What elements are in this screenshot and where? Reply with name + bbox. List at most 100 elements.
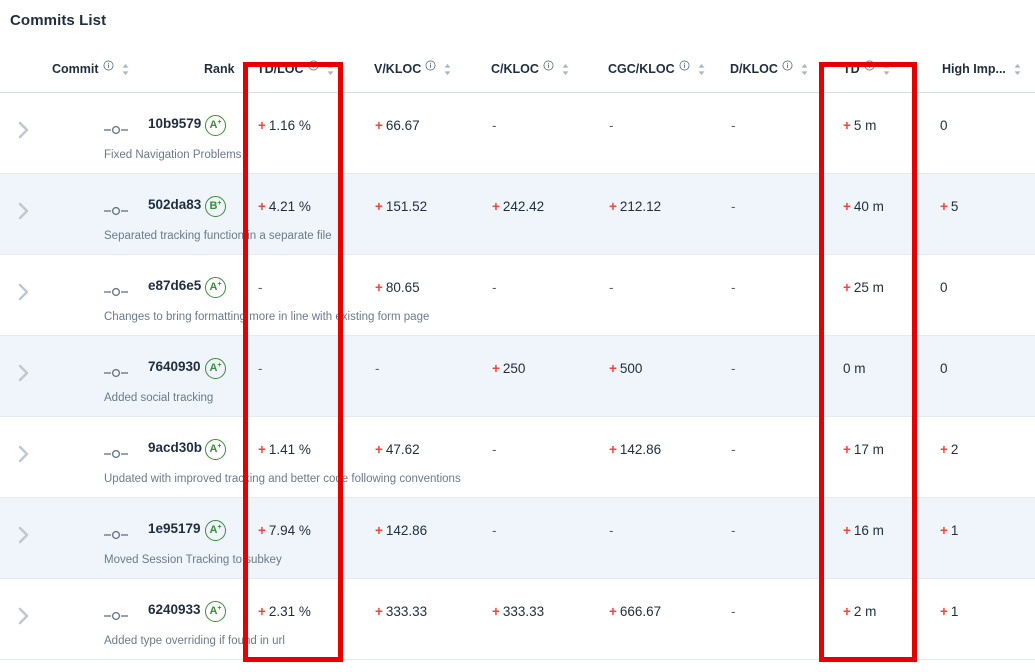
table-row[interactable]: 6240933 Added type overriding if found in… bbox=[0, 579, 1035, 660]
metric-cell-v-kloc: +151.52 bbox=[360, 174, 477, 255]
column-header-high-impact-label: High Imp... bbox=[942, 62, 1006, 76]
sort-icon[interactable] bbox=[326, 63, 335, 76]
metric-value: +1.16 % bbox=[243, 93, 360, 133]
table-row[interactable]: e87d6e5 Changes to bring formatting more … bbox=[0, 255, 1035, 336]
chevron-right-icon[interactable] bbox=[16, 443, 32, 465]
commit-cell[interactable]: 9acd30b Updated with improved tracking an… bbox=[48, 417, 461, 498]
commit-cell[interactable]: 1e95179 Moved Session Tracking to subkey bbox=[48, 498, 282, 579]
chevron-right-icon[interactable] bbox=[16, 362, 32, 384]
commit-cell[interactable]: 502da83 Separated tracking function in a … bbox=[48, 174, 332, 255]
commit-cell[interactable]: e87d6e5 Changes to bring formatting more … bbox=[48, 255, 429, 336]
metric-cell-cgc-kloc: +142.86 bbox=[594, 417, 716, 498]
info-icon[interactable] bbox=[782, 60, 793, 71]
expand-cell[interactable] bbox=[0, 255, 48, 336]
column-header-td-loc[interactable]: TD/LOC bbox=[243, 60, 360, 93]
chevron-right-icon[interactable] bbox=[16, 281, 32, 303]
commit-node-icon bbox=[104, 124, 128, 136]
commit-hash[interactable]: 502da83 bbox=[148, 197, 201, 212]
metric-cell-high-imp: +1 bbox=[928, 579, 1035, 660]
column-header-d-kloc[interactable]: D/KLOC bbox=[716, 60, 823, 93]
metric-number: 1.41 % bbox=[268, 442, 311, 457]
commit-cell[interactable]: 7640930 Added social tracking bbox=[48, 336, 213, 417]
metric-cell-high-imp: +2 bbox=[928, 417, 1035, 498]
chevron-right-icon[interactable] bbox=[16, 119, 32, 141]
info-icon[interactable] bbox=[679, 60, 690, 71]
rank-modifier: + bbox=[217, 362, 222, 369]
info-icon[interactable] bbox=[543, 60, 554, 71]
metric-number: - bbox=[731, 118, 736, 133]
table-row[interactable]: 7640930 Added social tracking A + - - +250 +500… bbox=[0, 335, 1035, 417]
metric-value: +25 m bbox=[823, 255, 928, 295]
metric-cell-td: +17 m bbox=[823, 417, 928, 498]
metric-number: 0 bbox=[940, 361, 948, 376]
metric-cell-td: +5 m bbox=[823, 93, 928, 174]
info-icon[interactable] bbox=[103, 60, 114, 71]
expand-cell[interactable] bbox=[0, 579, 48, 660]
expand-cell[interactable] bbox=[0, 417, 48, 498]
commit-hash[interactable]: e87d6e5 bbox=[148, 278, 201, 293]
column-header-commit[interactable]: Commit bbox=[48, 60, 200, 93]
info-icon[interactable] bbox=[308, 60, 319, 71]
column-header-td[interactable]: TD bbox=[823, 60, 928, 93]
metric-number: 25 m bbox=[853, 280, 884, 295]
commit-cell[interactable]: 10b9579 Fixed Navigation Problems bbox=[48, 93, 241, 174]
metric-cell-td-loc: +1.41 % bbox=[243, 417, 360, 498]
expand-cell[interactable] bbox=[0, 498, 48, 579]
expand-cell[interactable] bbox=[0, 336, 48, 417]
sort-icon[interactable] bbox=[443, 63, 452, 76]
chevron-right-icon[interactable] bbox=[16, 200, 32, 222]
commit-hash[interactable]: 7640930 bbox=[148, 359, 201, 374]
info-icon[interactable] bbox=[425, 60, 436, 71]
rank-badge: A + bbox=[205, 115, 226, 136]
column-header-td-loc-label: TD/LOC bbox=[257, 62, 304, 76]
metric-number: 2.31 % bbox=[268, 604, 311, 619]
column-header-d-kloc-label: D/KLOC bbox=[730, 62, 778, 76]
column-header-c-kloc[interactable]: C/KLOC bbox=[477, 60, 594, 93]
metric-number: - bbox=[731, 361, 736, 376]
commit-hash[interactable]: 10b9579 bbox=[148, 116, 201, 131]
metric-value: - bbox=[716, 498, 823, 538]
metric-cell-c-kloc: - bbox=[477, 498, 594, 579]
commit-node-icon bbox=[104, 610, 128, 622]
table-row[interactable]: 1e95179 Moved Session Tracking to subkey A… bbox=[0, 497, 1035, 579]
expand-cell[interactable] bbox=[0, 93, 48, 174]
metric-value: +66.67 bbox=[360, 93, 477, 133]
table-row[interactable]: 9acd30b Updated with improved tracking an… bbox=[0, 417, 1035, 498]
metric-number: - bbox=[492, 523, 497, 538]
metric-value: +7.94 % bbox=[243, 498, 360, 538]
metric-number: - bbox=[258, 361, 263, 376]
page-title: Commits List bbox=[10, 12, 107, 29]
info-icon[interactable] bbox=[864, 60, 875, 71]
metric-value: +2.31 % bbox=[243, 579, 360, 619]
metric-value: - bbox=[716, 174, 823, 214]
commit-cell[interactable]: 6240933 Added type overriding if found in… bbox=[48, 579, 285, 660]
metric-value: +250 bbox=[477, 336, 594, 376]
chevron-right-icon[interactable] bbox=[16, 605, 32, 627]
sort-icon[interactable] bbox=[561, 63, 570, 76]
sort-icon[interactable] bbox=[882, 63, 891, 76]
rank-letter: A bbox=[209, 362, 218, 374]
metric-number: 40 m bbox=[853, 199, 884, 214]
sort-icon[interactable] bbox=[800, 63, 809, 76]
sort-icon[interactable] bbox=[1013, 63, 1022, 76]
metric-sign: + bbox=[940, 199, 948, 214]
metric-number: 5 m bbox=[853, 118, 877, 133]
expand-cell[interactable] bbox=[0, 174, 48, 255]
metric-value: - bbox=[243, 255, 360, 295]
column-header-v-kloc[interactable]: V/KLOC bbox=[360, 60, 477, 93]
commit-hash[interactable]: 1e95179 bbox=[148, 521, 201, 536]
metric-cell-td-loc: - bbox=[243, 255, 360, 336]
table-row[interactable]: 502da83 Separated tracking function in a … bbox=[0, 173, 1035, 255]
chevron-right-icon[interactable] bbox=[16, 524, 32, 546]
sort-icon[interactable] bbox=[697, 63, 706, 76]
metric-sign: + bbox=[375, 118, 383, 133]
table-row[interactable]: 10b9579 Fixed Navigation Problems A + +1.16 … bbox=[0, 93, 1035, 174]
sort-icon[interactable] bbox=[121, 63, 130, 76]
metric-value: 0 bbox=[928, 93, 1035, 133]
column-header-rank[interactable]: Rank bbox=[200, 62, 243, 93]
column-header-high-impact[interactable]: High Imp... bbox=[928, 62, 1035, 93]
commit-hash[interactable]: 9acd30b bbox=[148, 440, 202, 455]
metric-number: - bbox=[731, 280, 736, 295]
commit-hash[interactable]: 6240933 bbox=[148, 602, 201, 617]
column-header-cgc-kloc[interactable]: CGC/KLOC bbox=[594, 60, 716, 93]
